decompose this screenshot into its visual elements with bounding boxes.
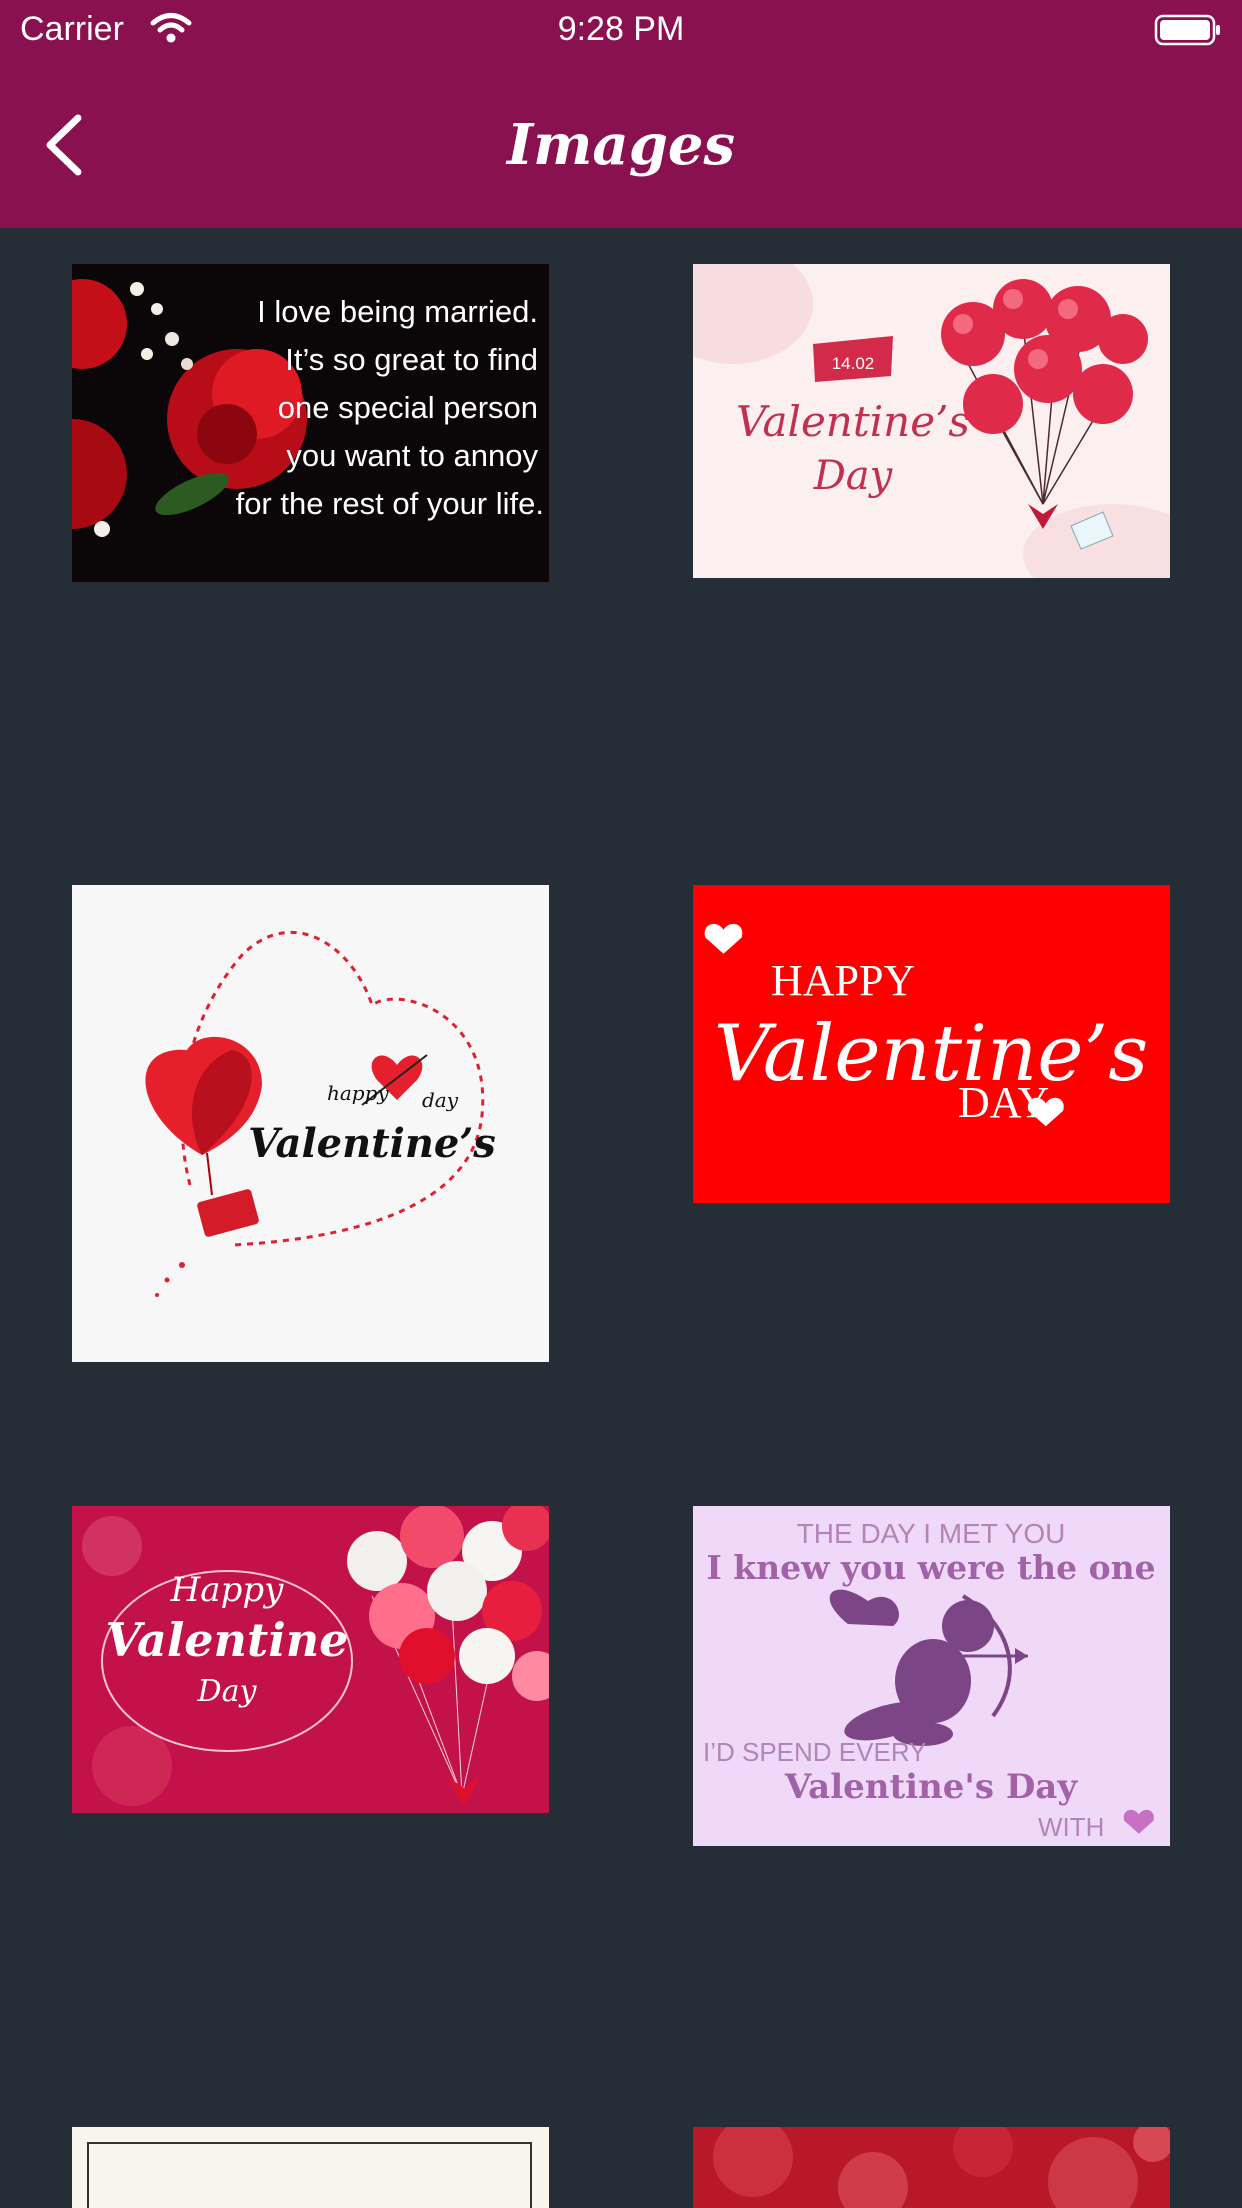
status-bar: Carrier 9:28 PM bbox=[0, 0, 1242, 60]
red-valentines-image: HAPPY Valentine’s DAY bbox=[693, 885, 1170, 1203]
quote-line: I love being married. bbox=[257, 294, 538, 329]
battery-icon bbox=[1154, 14, 1222, 51]
valentines-text: Valentine’s bbox=[714, 1009, 1149, 1099]
valentines-text: Valentine’s bbox=[736, 397, 970, 446]
happy-valentine-image: Happy Valentine Day bbox=[72, 1506, 549, 1813]
married-quote-image: I love being married. It’s so great to f… bbox=[72, 264, 549, 582]
cupid-line-1: THE DAY I MET YOU bbox=[797, 1518, 1066, 1549]
navigation-bar: Images bbox=[0, 60, 1242, 228]
image-tile-heart-balloon[interactable]: happy day Valentine’s bbox=[72, 885, 549, 1362]
cupid-line-4: Valentine's Day bbox=[784, 1767, 1078, 1807]
quote-line: one special person bbox=[278, 390, 538, 425]
status-time: 9:28 PM bbox=[557, 10, 685, 48]
happy-text: Happy bbox=[170, 1570, 284, 1610]
image-tile-red-valentines[interactable]: HAPPY Valentine’s DAY bbox=[693, 885, 1170, 1203]
image-tile-happy-valentine[interactable]: Happy Valentine Day bbox=[72, 1506, 549, 1813]
cupid-image: THE DAY I MET YOU I knew you were the on… bbox=[693, 1506, 1170, 1846]
cupid-line-5: WITH bbox=[1038, 1812, 1104, 1842]
quote-line: you want to annoy bbox=[286, 438, 538, 473]
valentines-text: Valentine’s bbox=[248, 1120, 496, 1167]
quote-line: for the rest of your life. bbox=[236, 486, 544, 521]
image-tile-balloons-1402[interactable]: 14.02 Valentine’s Day bbox=[693, 264, 1170, 578]
cream-card-image bbox=[72, 2127, 549, 2208]
day-text: Day bbox=[197, 1674, 258, 1709]
day-text: Day bbox=[813, 453, 894, 499]
happy-text: happy bbox=[327, 1081, 389, 1105]
cupid-line-2: I knew you were the one bbox=[706, 1548, 1155, 1587]
quote-line: It’s so great to find bbox=[285, 342, 538, 377]
heart-balloon-image: happy day Valentine’s bbox=[72, 885, 549, 1362]
balloons-1402-image: 14.02 Valentine’s Day bbox=[693, 264, 1170, 578]
page-title: Images bbox=[506, 112, 736, 178]
image-tile-cream-card[interactable] bbox=[72, 2127, 549, 2208]
image-grid: I love being married. It’s so great to f… bbox=[0, 228, 1242, 2208]
bokeh-hearts-image bbox=[693, 2127, 1170, 2208]
date-label: 14.02 bbox=[832, 354, 875, 373]
image-tile-cupid[interactable]: THE DAY I MET YOU I knew you were the on… bbox=[693, 1506, 1170, 1846]
image-tile-bokeh-hearts[interactable] bbox=[693, 2127, 1170, 2208]
cupid-line-3: I’D SPEND EVERY bbox=[703, 1737, 926, 1767]
image-tile-married-quote[interactable]: I love being married. It’s so great to f… bbox=[72, 264, 549, 582]
day-text: day bbox=[422, 1088, 459, 1112]
happy-text: HAPPY bbox=[771, 956, 915, 1005]
valentine-text: Valentine bbox=[106, 1613, 349, 1667]
